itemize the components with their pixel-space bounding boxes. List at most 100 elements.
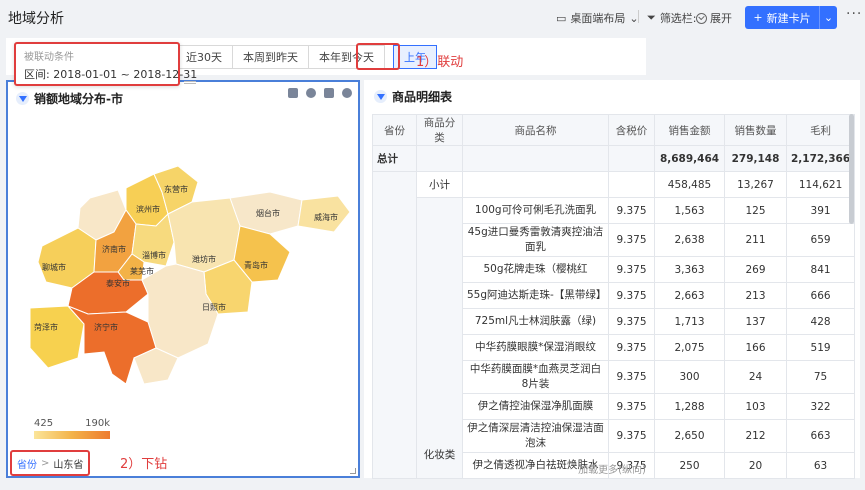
- profit-cell: 75: [785, 360, 856, 394]
- amount-cell: 2,650: [654, 419, 725, 453]
- settings-icon[interactable]: [342, 88, 352, 98]
- map-label-dongying: 东营市: [164, 184, 188, 194]
- table-view-icon[interactable]: [324, 88, 334, 98]
- product-name-cell: 中华药膜面膜*血燕灵芝润白8片装: [462, 360, 609, 394]
- price-cell: 9.375: [608, 282, 655, 309]
- new-card-button[interactable]: + 新建卡片 ⌄: [745, 6, 837, 29]
- map-label-qingdao: 青岛市: [244, 260, 268, 270]
- vertical-scrollbar[interactable]: [849, 114, 854, 224]
- total-row: 总计 8,689,464 279,148 2,172,366: [372, 145, 856, 172]
- last-year-highlight: [356, 43, 400, 70]
- expand-icon: [696, 12, 707, 24]
- plus-icon: +: [753, 11, 763, 24]
- shandong-map: 滨州市 东营市 威海市 烟台市 济南市 淄博市 潍坊市 青岛市 聊城市 莱芜市 …: [29, 165, 351, 385]
- drill-icon[interactable]: [288, 88, 298, 98]
- price-cell: 9.375: [608, 419, 655, 453]
- profit-cell: 428: [785, 308, 856, 335]
- profit-cell: 666: [785, 282, 856, 309]
- breadcrumb-province[interactable]: 省份: [17, 456, 37, 471]
- breadcrumb-current: 山东省: [53, 459, 84, 471]
- amount-cell: 300: [654, 360, 725, 394]
- col-header-qty[interactable]: 销售数量: [724, 114, 787, 146]
- map-label-rizhao: 日照市: [202, 302, 226, 312]
- layout-selector[interactable]: ▭ 桌面端布局 ⌄: [556, 10, 639, 26]
- funnel-icon: ⏷: [647, 11, 656, 24]
- col-header-category[interactable]: 商品分类: [416, 114, 463, 146]
- total-profit: 2,172,366: [785, 145, 856, 172]
- linked-condition-popup: 被联动条件 区间: 2018-01-01 ~ 2018-12-31: [14, 42, 198, 86]
- map-label-weifang: 潍坊市: [192, 254, 216, 264]
- qty-cell: 211: [724, 223, 787, 257]
- profit-cell: 841: [785, 256, 856, 283]
- map-label-yantai: 烟台市: [256, 208, 280, 218]
- product-name-cell: 725ml凡士林润肤露（绿): [462, 308, 609, 335]
- product-detail-table: 省份 商品分类 商品名称 含税价 销售金额 销售数量 毛利 总计 8,689,4…: [372, 114, 856, 479]
- legend-gradient[interactable]: [34, 431, 110, 439]
- col-header-province[interactable]: 省份: [372, 114, 417, 146]
- chevron-down-icon: ⌄: [823, 11, 834, 24]
- col-header-product[interactable]: 商品名称: [462, 114, 609, 146]
- qty-cell: 137: [724, 308, 787, 335]
- product-name-cell: 伊之倩控油保湿净肌面膜: [462, 393, 609, 420]
- amount-cell: 2,075: [654, 334, 725, 361]
- legend-min: 425: [34, 418, 54, 429]
- drag-handle[interactable]: [184, 81, 196, 84]
- qty-cell: 212: [724, 419, 787, 453]
- filter-label-text: 筛选栏:: [659, 12, 697, 25]
- col-header-profit[interactable]: 毛利: [785, 114, 856, 146]
- info-icon[interactable]: [306, 88, 316, 98]
- map-card: 销额地域分布-市 滨州市 东营市 威海市 烟台市 济南市 淄博市 潍坊市 青岛市…: [6, 80, 360, 478]
- profit-cell: 663: [785, 419, 856, 453]
- amount-cell: 2,663: [654, 282, 725, 309]
- map-title: 销额地域分布-市: [34, 92, 123, 106]
- profit-cell: 659: [785, 223, 856, 257]
- new-card-dropdown[interactable]: ⌄: [819, 6, 837, 29]
- product-name-cell: 100g可伶可俐毛孔洗面乳: [462, 197, 609, 224]
- amount-cell: 1,288: [654, 393, 725, 420]
- col-header-price[interactable]: 含税价: [608, 114, 655, 146]
- total-label: 总计: [372, 145, 417, 172]
- table-header-row: 省份 商品分类 商品名称 含税价 销售金额 销售数量 毛利: [372, 114, 856, 146]
- qty-cell: 125: [724, 197, 787, 224]
- map-label-taian: 泰安市: [106, 278, 130, 288]
- subtotal-label: 小计: [416, 171, 463, 198]
- table-card-header: 商品明细表: [374, 88, 452, 105]
- filter-bar-label: ⏷ 筛选栏:: [647, 10, 697, 26]
- col-header-amount[interactable]: 销售金额: [654, 114, 725, 146]
- legend-max: 190k: [85, 418, 110, 429]
- subtotal-profit: 114,621: [785, 171, 856, 198]
- tab-last-30-days[interactable]: 近30天: [175, 45, 233, 69]
- tab-week-to-yesterday[interactable]: 本周到昨天: [232, 45, 309, 69]
- map-label-jinan: 济南市: [102, 244, 126, 254]
- resize-handle[interactable]: [350, 468, 356, 474]
- product-name-cell: 中华药膜眼膜*保湿消眼纹: [462, 334, 609, 361]
- subtotal-row: 小计 458,485 13,267 114,621: [372, 171, 856, 479]
- qty-cell: 24: [724, 360, 787, 394]
- linked-range: 区间: 2018-01-01 ~ 2018-12-31: [24, 68, 198, 81]
- load-more-link[interactable]: 加载更多(纵向): [364, 461, 860, 476]
- color-legend: 425 190k: [34, 418, 110, 439]
- product-name-cell: 50g花牌走珠（樱桃红: [462, 256, 609, 283]
- price-cell: 9.375: [608, 393, 655, 420]
- table-row[interactable]: 化妆类 100g可伶可俐毛孔洗面乳 9.375 1,563 125 391: [373, 197, 856, 479]
- divider: [638, 10, 639, 23]
- qty-cell: 213: [724, 282, 787, 309]
- linked-filter-icon: [16, 92, 29, 105]
- profit-cell: 519: [785, 334, 856, 361]
- drill-annotation: 2）下钻: [120, 457, 168, 472]
- map-label-weihai: 威海市: [314, 212, 338, 222]
- layout-label: 桌面端布局: [570, 12, 626, 25]
- price-cell: 9.375: [608, 308, 655, 335]
- new-card-main[interactable]: + 新建卡片: [745, 10, 819, 26]
- total-empty-2: [462, 145, 609, 172]
- map-label-liaocheng: 聊城市: [42, 262, 66, 272]
- expand-label: 展开: [710, 12, 732, 25]
- linked-label: 被联动条件: [24, 52, 74, 63]
- expand-button[interactable]: 展开: [696, 10, 732, 26]
- category-cell: 化妆类: [416, 197, 463, 479]
- product-name-cell: 55g阿迪达斯走珠-【黑带绿】: [462, 282, 609, 309]
- map-label-heze: 菏泽市: [34, 322, 58, 332]
- map-card-header: 销额地域分布-市: [16, 90, 123, 107]
- breadcrumb-separator: >: [41, 457, 50, 469]
- more-button[interactable]: ···: [846, 6, 862, 22]
